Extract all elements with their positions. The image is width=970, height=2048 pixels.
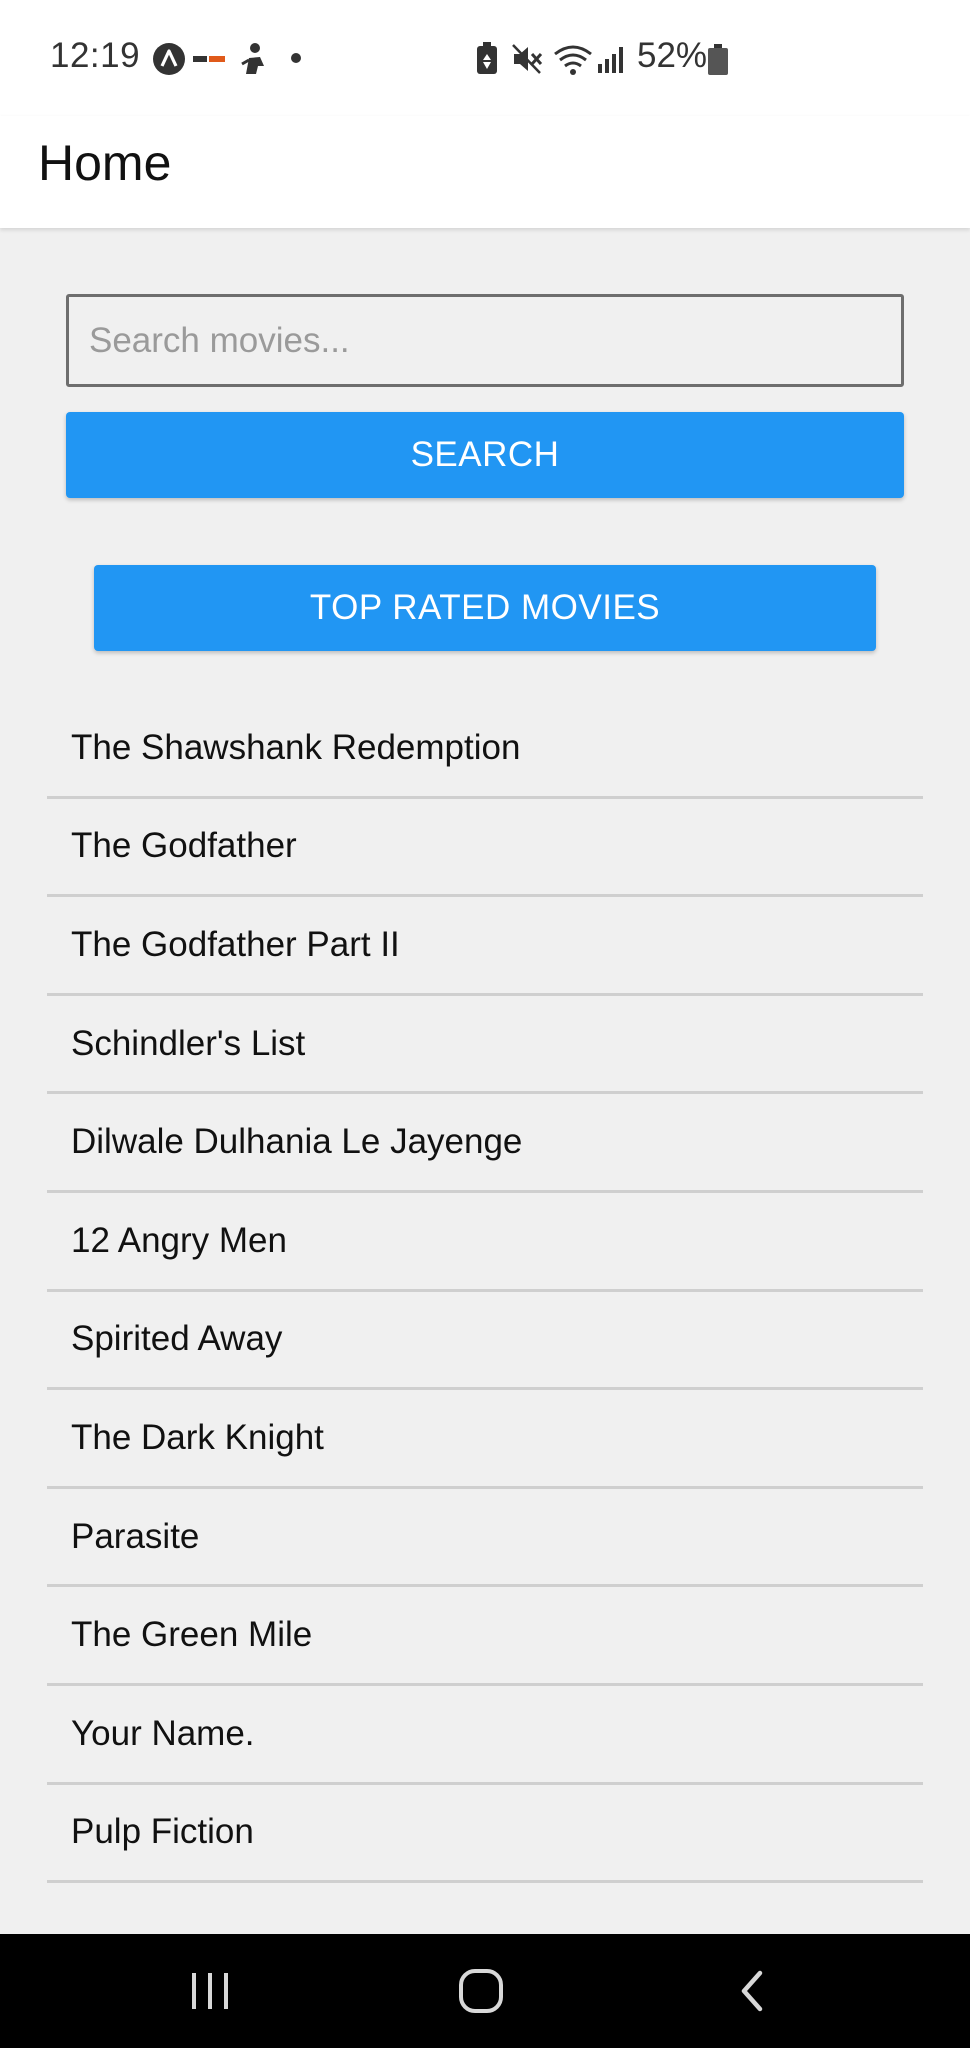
battery-icon: [708, 44, 728, 75]
navigation-bar: [0, 1934, 970, 2048]
list-item[interactable]: Parasite: [47, 1489, 923, 1588]
back-icon: [741, 1970, 763, 2012]
status-time: 12:19: [50, 36, 141, 75]
list-item[interactable]: The Shawshank Redemption: [47, 700, 923, 799]
back-button[interactable]: [712, 1958, 792, 2024]
list-item[interactable]: Spirited Away: [47, 1292, 923, 1391]
battery-percent: 52%: [637, 36, 708, 75]
home-icon: [459, 1969, 503, 2013]
list-item[interactable]: Your Name.: [47, 1686, 923, 1785]
wifi-icon: [554, 45, 592, 75]
person-icon: [241, 43, 264, 74]
battery-saver-icon: [477, 42, 497, 74]
app-bar: Home: [0, 116, 970, 228]
list-item[interactable]: Schindler's List: [47, 996, 923, 1095]
list-item[interactable]: Dilwale Dulhania Le Jayenge: [47, 1094, 923, 1193]
recent-apps-icon: [192, 1973, 228, 2009]
home-button[interactable]: [441, 1958, 521, 2024]
list-item[interactable]: Pulp Fiction: [47, 1785, 923, 1884]
list-item[interactable]: The Dark Knight: [47, 1390, 923, 1489]
list-item[interactable]: The Green Mile: [47, 1587, 923, 1686]
recent-apps-button[interactable]: [170, 1958, 250, 2024]
mute-icon: [512, 44, 543, 74]
search-button[interactable]: SEARCH: [66, 412, 904, 498]
signal-icon: [598, 47, 623, 73]
list-item[interactable]: The Godfather: [47, 799, 923, 898]
navigation-app-icon: [153, 43, 185, 75]
list-item[interactable]: The Godfather Part II: [47, 897, 923, 996]
movie-list: The Shawshank Redemption The Godfather T…: [47, 700, 923, 1884]
status-bar: 12:19 52%: [0, 0, 970, 116]
page-title: Home: [38, 135, 172, 191]
coindcx-icon: [193, 56, 225, 62]
top-rated-movies-button[interactable]: TOP RATED MOVIES: [94, 565, 876, 651]
dot-icon: [291, 53, 301, 63]
search-input[interactable]: [66, 294, 904, 387]
list-item[interactable]: 12 Angry Men: [47, 1193, 923, 1292]
